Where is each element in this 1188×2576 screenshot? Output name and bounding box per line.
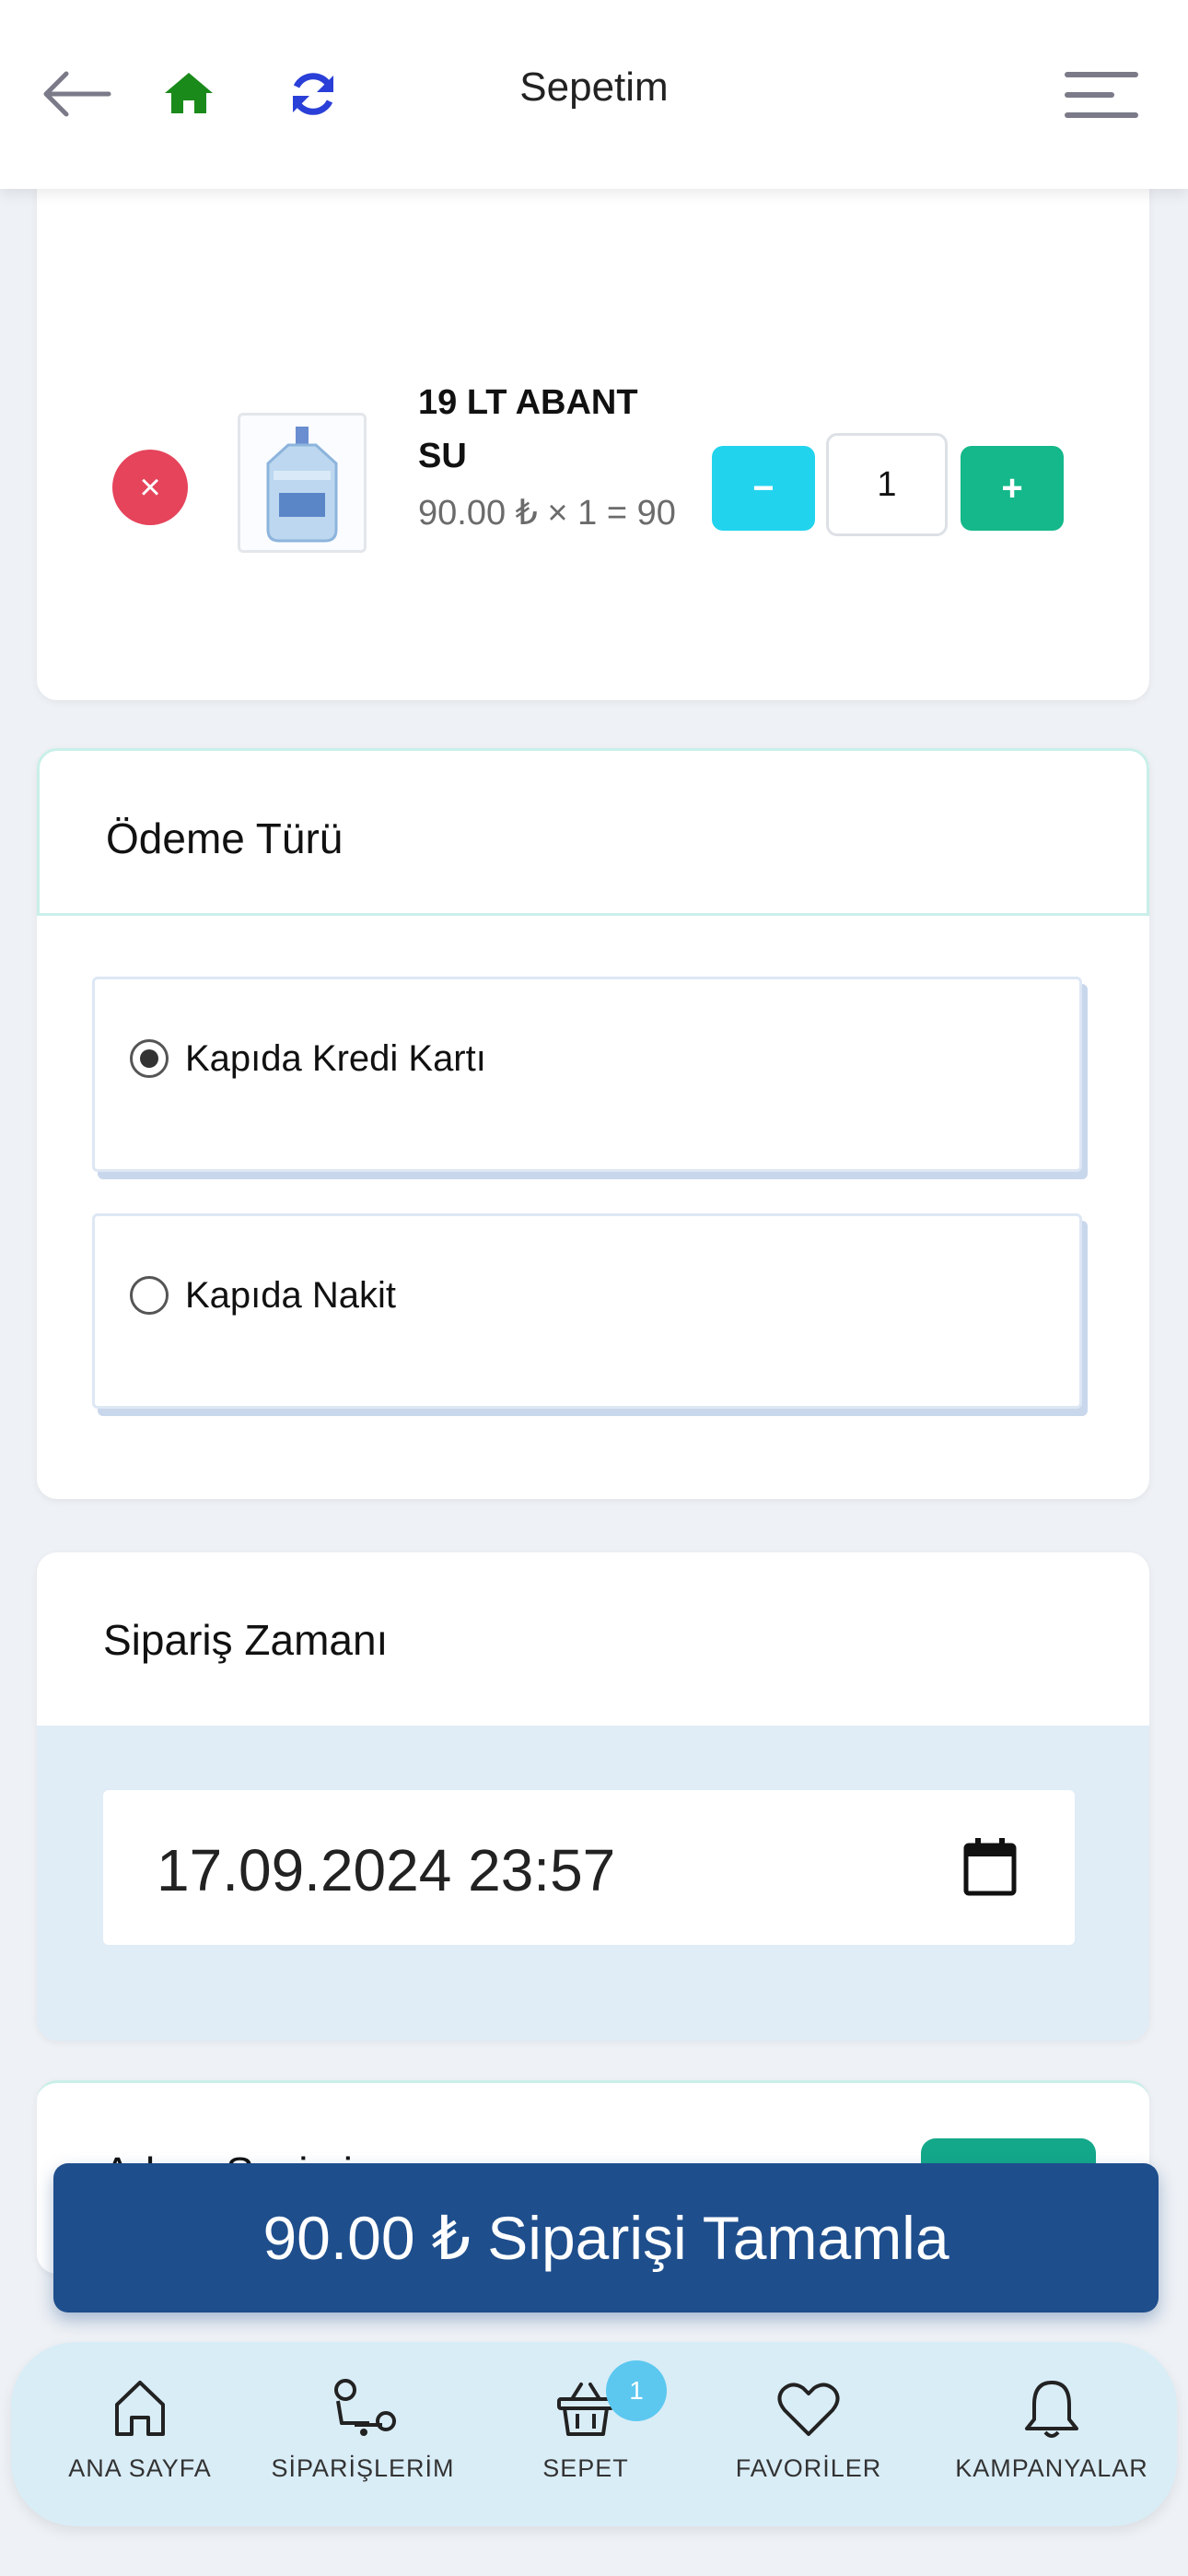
datetime-value: 17.09.2024 23:57 bbox=[157, 1837, 616, 1903]
nav-item-cart[interactable]: 1 SEPET bbox=[475, 2360, 696, 2506]
top-bar: Sepetim bbox=[0, 0, 1188, 189]
delivery-icon bbox=[334, 2379, 396, 2436]
decrease-quantity-button[interactable]: − bbox=[712, 446, 815, 531]
product-thumbnail bbox=[238, 413, 367, 553]
nav-item-orders[interactable]: SİPARİŞLERİM bbox=[252, 2377, 473, 2506]
nav-item-favorites[interactable]: FAVORİLER bbox=[698, 2377, 919, 2506]
radio-button[interactable] bbox=[130, 1276, 169, 1315]
order-time-title: Sipariş Zamanı bbox=[103, 1616, 389, 1664]
nav-label-campaigns: KAMPANYALAR bbox=[955, 2454, 1148, 2482]
nav-item-home[interactable]: ANA SAYFA bbox=[29, 2377, 250, 2506]
cart-card: × 19 LT ABANT SU 90.00 ₺ × 1 = 90 − 1 + bbox=[37, 157, 1149, 700]
nav-item-campaigns[interactable]: KAMPANYALAR bbox=[941, 2377, 1162, 2506]
bottom-navigation: ANA SAYFA SİPARİŞLERİM 1 SEPET FAVORİLER bbox=[11, 2342, 1177, 2526]
payment-option-label: Kapıda Nakit bbox=[185, 1275, 397, 1316]
nav-label-home: ANA SAYFA bbox=[68, 2454, 212, 2482]
nav-label-cart: SEPET bbox=[542, 2454, 629, 2482]
heart-icon bbox=[777, 2383, 840, 2436]
product-price: 90.00 ₺ × 1 = 90 bbox=[418, 494, 676, 533]
order-time-body: 17.09.2024 23:57 bbox=[37, 1726, 1149, 2041]
nav-label-orders: SİPARİŞLERİM bbox=[271, 2454, 455, 2482]
datetime-input[interactable]: 17.09.2024 23:57 bbox=[103, 1790, 1075, 1945]
payment-option-cash[interactable]: Kapıda Nakit bbox=[92, 1213, 1082, 1409]
water-bottle-icon bbox=[266, 427, 338, 543]
product-name: 19 LT ABANT SU bbox=[418, 383, 638, 475]
calendar-icon[interactable] bbox=[962, 1836, 1018, 1897]
payment-card: Ödeme Türü Kapıda Kredi Kartı Kapıda Nak… bbox=[37, 748, 1149, 1499]
page-title: Sepetim bbox=[519, 64, 669, 110]
payment-option-label: Kapıda Kredi Kartı bbox=[185, 1038, 486, 1079]
payment-option-credit-card[interactable]: Kapıda Kredi Kartı bbox=[92, 977, 1082, 1172]
payment-header: Ödeme Türü bbox=[37, 748, 1149, 916]
nav-label-favorites: FAVORİLER bbox=[735, 2454, 882, 2482]
quantity-input[interactable]: 1 bbox=[826, 433, 948, 536]
increase-quantity-button[interactable]: + bbox=[961, 446, 1064, 531]
menu-icon[interactable] bbox=[1063, 68, 1140, 122]
bell-icon bbox=[1025, 2381, 1078, 2438]
payment-title: Ödeme Türü bbox=[106, 814, 344, 862]
complete-order-button[interactable]: 90.00 ₺ Siparişi Tamamla bbox=[53, 2163, 1159, 2313]
cart-count-badge: 1 bbox=[606, 2360, 667, 2421]
remove-item-button[interactable]: × bbox=[112, 450, 188, 525]
home-outline-icon bbox=[115, 2381, 165, 2436]
order-time-card: Sipariş Zamanı 17.09.2024 23:57 bbox=[37, 1552, 1149, 2041]
radio-button-checked[interactable] bbox=[130, 1039, 169, 1078]
